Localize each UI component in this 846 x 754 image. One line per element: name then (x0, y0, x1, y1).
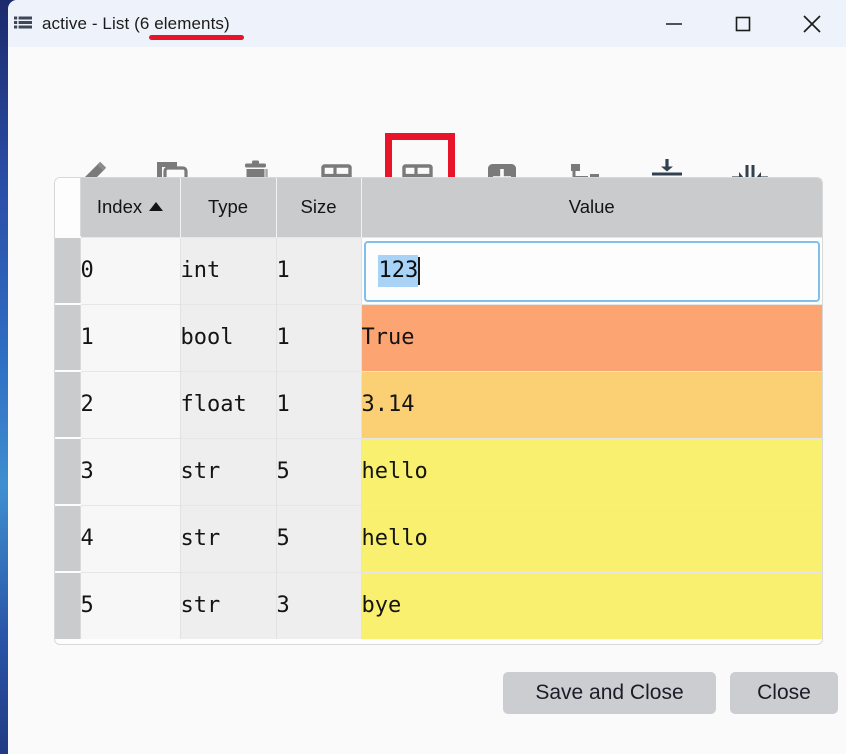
table-corner-header (55, 178, 81, 237)
cell-size[interactable]: 5 (276, 437, 362, 505)
value-edit-input[interactable]: 123 (363, 240, 820, 302)
variable-explorer-window: active - List (6 elements) Index Type Si… (8, 0, 846, 754)
cell-value[interactable]: hello (361, 504, 822, 572)
cell-type[interactable]: str (180, 437, 277, 505)
cell-index[interactable]: 1 (80, 303, 181, 371)
cell-value[interactable]: 3.14 (361, 370, 822, 438)
column-header-size[interactable]: Size (276, 178, 362, 237)
cell-type[interactable]: bool (180, 303, 277, 371)
toolbar (8, 47, 846, 210)
cell-type[interactable]: int (180, 236, 277, 304)
variable-table: Index Type Size Value 0 int 1 123 1 bool… (54, 177, 823, 645)
row-handle[interactable] (55, 437, 81, 505)
cell-value[interactable]: hello (361, 437, 822, 505)
cell-value-editing[interactable]: 123 (361, 236, 822, 304)
save-and-close-button[interactable]: Save and Close (503, 672, 716, 714)
window-title: active - List (6 elements) (42, 13, 230, 33)
table-row[interactable]: 0 int 1 123 (55, 236, 822, 304)
cell-value[interactable]: True (361, 303, 822, 371)
cell-type[interactable]: str (180, 571, 277, 639)
column-header-index-label: Index (96, 196, 143, 218)
column-header-value[interactable]: Value (361, 178, 822, 237)
row-handle[interactable] (55, 370, 81, 438)
window-controls (639, 0, 846, 47)
sort-ascending-icon (149, 202, 164, 212)
cell-size[interactable]: 1 (276, 303, 362, 371)
column-header-type[interactable]: Type (180, 178, 277, 237)
cell-index[interactable]: 2 (80, 370, 181, 438)
row-handle[interactable] (55, 571, 81, 639)
list-table-icon (14, 16, 32, 32)
cell-type[interactable]: float (180, 370, 277, 438)
selected-value-text: 123 (377, 255, 419, 287)
cell-type[interactable]: str (180, 504, 277, 572)
text-caret (418, 257, 421, 285)
table-header-row: Index Type Size Value (55, 178, 822, 237)
table-row[interactable]: 3 str 5 hello (55, 437, 822, 505)
table-row[interactable]: 1 bool 1 True (55, 303, 822, 371)
title-underline-annotation (149, 35, 244, 40)
table-row[interactable]: 5 str 3 bye (55, 571, 822, 639)
cell-index[interactable]: 4 (80, 504, 181, 572)
column-header-index[interactable]: Index (80, 178, 181, 237)
minimize-button[interactable] (639, 0, 708, 47)
cell-size[interactable]: 3 (276, 571, 362, 639)
title-bar: active - List (6 elements) (8, 0, 846, 47)
close-dialog-button[interactable]: Close (730, 672, 838, 714)
cell-index[interactable]: 0 (80, 236, 181, 304)
row-handle[interactable] (55, 303, 81, 371)
table-row[interactable]: 2 float 1 3.14 (55, 370, 822, 438)
row-handle[interactable] (55, 504, 81, 572)
footer-bar: Save and Close Close (8, 672, 846, 738)
close-button[interactable] (777, 0, 846, 47)
cell-index[interactable]: 5 (80, 571, 181, 639)
cell-size[interactable]: 5 (276, 504, 362, 572)
table-row[interactable]: 4 str 5 hello (55, 504, 822, 572)
cell-size[interactable]: 1 (276, 370, 362, 438)
cell-value[interactable]: bye (361, 571, 822, 639)
cell-index[interactable]: 3 (80, 437, 181, 505)
maximize-button[interactable] (708, 0, 777, 47)
cell-size[interactable]: 1 (276, 236, 362, 304)
row-handle[interactable] (55, 236, 81, 304)
